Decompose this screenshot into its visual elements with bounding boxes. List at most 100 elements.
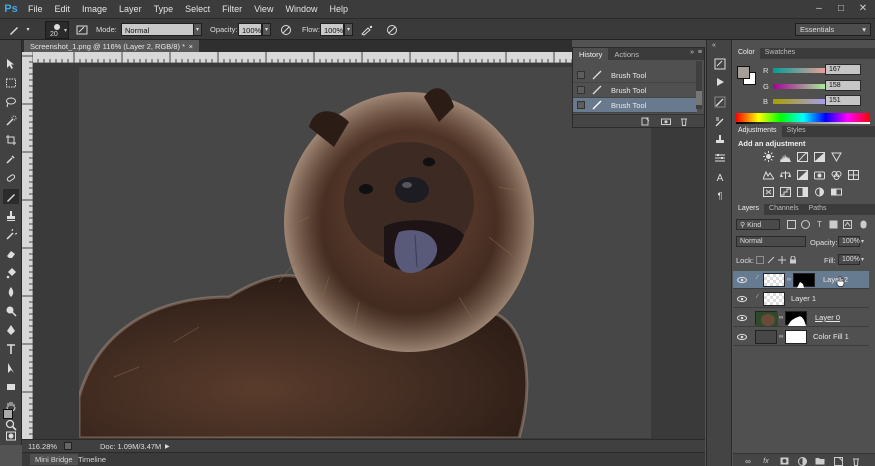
color-balance-icon[interactable] <box>779 169 792 180</box>
history-checkbox[interactable] <box>577 101 585 109</box>
filter-smart-object-icon[interactable] <box>841 219 854 230</box>
tab-paths[interactable]: Paths <box>804 204 832 215</box>
menu-help[interactable]: Help <box>323 4 354 14</box>
document-canvas[interactable] <box>79 67 651 438</box>
panel-menu-icon[interactable]: ≡ <box>698 49 702 56</box>
eyedropper-tool-icon[interactable] <box>3 151 19 166</box>
lock-all-icon[interactable] <box>788 255 798 265</box>
red-slider[interactable] <box>773 67 829 73</box>
close-icon[interactable]: ✕ <box>855 2 871 15</box>
new-adjustment-layer-icon[interactable] <box>797 456 807 466</box>
eye-icon[interactable] <box>737 275 747 285</box>
flow-dropdown-arrow[interactable]: ▾ <box>344 23 353 36</box>
tab-channels[interactable]: Channels <box>764 204 804 215</box>
history-checkbox[interactable] <box>577 71 585 79</box>
tab-adjustments[interactable]: Adjustments <box>733 126 782 137</box>
healing-brush-tool-icon[interactable] <box>3 170 19 185</box>
chevron-down-icon[interactable]: ▾ <box>861 256 864 263</box>
levels-icon[interactable] <box>779 151 792 162</box>
filter-toggle-icon[interactable] <box>857 219 870 230</box>
layer-style-icon[interactable]: fx <box>761 456 771 466</box>
menu-layer[interactable]: Layer <box>113 4 148 14</box>
tab-history[interactable]: History <box>573 48 609 60</box>
blend-mode-select[interactable]: Normal <box>736 236 806 247</box>
photo-filter-icon[interactable] <box>813 169 826 180</box>
collapse-icon[interactable]: « <box>712 42 716 49</box>
gradient-tool-icon[interactable] <box>3 265 19 280</box>
color-lookup-icon[interactable] <box>847 169 860 180</box>
grayscale-ramp[interactable] <box>736 122 870 124</box>
layer-name[interactable]: Layer 1 <box>791 294 816 303</box>
tab-layers[interactable]: Layers <box>733 204 765 215</box>
type-tool-icon[interactable] <box>3 341 19 356</box>
layer-filter-kind[interactable]: ⚲ Kind <box>736 219 780 230</box>
quick-mask-icon[interactable] <box>3 428 19 443</box>
foreground-color-swatch[interactable] <box>737 66 750 79</box>
blur-tool-icon[interactable] <box>3 284 19 299</box>
tool-preset-dropdown[interactable]: ▾ <box>24 24 32 34</box>
lock-position-icon[interactable] <box>777 255 787 265</box>
move-tool-icon[interactable] <box>3 56 19 71</box>
new-group-icon[interactable] <box>815 456 825 466</box>
eye-icon[interactable] <box>737 294 747 304</box>
tab-mini-bridge[interactable]: Mini Bridge <box>30 454 78 465</box>
layer-name[interactable]: Layer 0 <box>815 313 840 322</box>
close-icon[interactable]: × <box>189 42 193 51</box>
foreground-color-swatch[interactable] <box>3 409 13 419</box>
layer-opacity-input[interactable]: 100% <box>838 236 860 247</box>
clone-stamp-tool-icon[interactable] <box>3 208 19 223</box>
lock-transparency-icon[interactable] <box>755 255 765 265</box>
history-scrollbar[interactable] <box>696 61 702 109</box>
mode-select[interactable]: Normal <box>121 23 201 36</box>
black-white-icon[interactable] <box>796 169 809 180</box>
posterize-icon[interactable] <box>779 186 792 197</box>
layer-row-layer-1[interactable]: ∕ Layer 1 <box>733 290 869 308</box>
blue-slider[interactable] <box>773 98 829 104</box>
chevron-down-icon[interactable]: ▾ <box>861 238 864 245</box>
trash-icon[interactable] <box>679 116 689 126</box>
history-checkbox[interactable] <box>577 86 585 94</box>
link-icon[interactable]: ∞ <box>779 315 783 321</box>
status-info-icon[interactable] <box>64 442 72 450</box>
rectangle-tool-icon[interactable] <box>3 379 19 394</box>
opacity-input[interactable]: 100% <box>238 23 262 36</box>
brush-tool-icon[interactable] <box>3 189 19 204</box>
clone-source-icon[interactable] <box>712 132 728 148</box>
adjust-sliders-icon[interactable] <box>712 150 728 166</box>
menu-type[interactable]: Type <box>148 4 180 14</box>
character-panel-icon[interactable]: A <box>712 170 728 186</box>
tab-color[interactable]: Color <box>733 48 760 59</box>
history-panel-icon[interactable] <box>712 56 728 72</box>
history-brush-tool-icon[interactable] <box>3 227 19 242</box>
paragraph-panel-icon[interactable]: ¶ <box>712 188 728 204</box>
layer-mask-thumbnail[interactable] <box>793 273 815 288</box>
link-icon[interactable]: ∞ <box>787 277 791 283</box>
menu-select[interactable]: Select <box>179 4 216 14</box>
tab-styles[interactable]: Styles <box>782 126 811 137</box>
layer-row-color-fill-1[interactable]: ∞ Color Fill 1 <box>733 328 869 346</box>
crop-tool-icon[interactable] <box>3 132 19 147</box>
flow-input[interactable]: 100% <box>320 23 344 36</box>
workspace-switcher[interactable]: Essentials ▾ <box>795 23 871 36</box>
tab-swatches[interactable]: Swatches <box>760 48 800 59</box>
airbrush-icon[interactable] <box>360 22 375 37</box>
layer-mask-thumbnail[interactable] <box>785 330 807 344</box>
layer-mask-thumbnail[interactable] <box>785 311 807 326</box>
threshold-icon[interactable] <box>796 186 809 197</box>
exposure-icon[interactable] <box>813 151 826 162</box>
path-selection-tool-icon[interactable] <box>3 360 19 375</box>
curves-icon[interactable] <box>796 151 809 162</box>
minimize-icon[interactable]: – <box>811 2 827 15</box>
eye-icon[interactable] <box>737 313 747 323</box>
brush-panel-icon[interactable] <box>712 114 728 130</box>
marquee-tool-icon[interactable] <box>3 75 19 90</box>
menu-filter[interactable]: Filter <box>216 4 248 14</box>
eye-icon[interactable] <box>737 332 747 342</box>
camera-snapshot-icon[interactable] <box>661 116 671 126</box>
document-tab[interactable]: Screenshot_1.png @ 116% (Layer 2, RGB/8)… <box>24 40 199 52</box>
scroll-thumb[interactable] <box>696 91 702 105</box>
new-document-from-state-icon[interactable] <box>640 116 650 126</box>
menu-edit[interactable]: Edit <box>49 4 77 14</box>
brightness-contrast-icon[interactable] <box>762 151 775 162</box>
pressure-opacity-icon[interactable] <box>278 22 293 37</box>
